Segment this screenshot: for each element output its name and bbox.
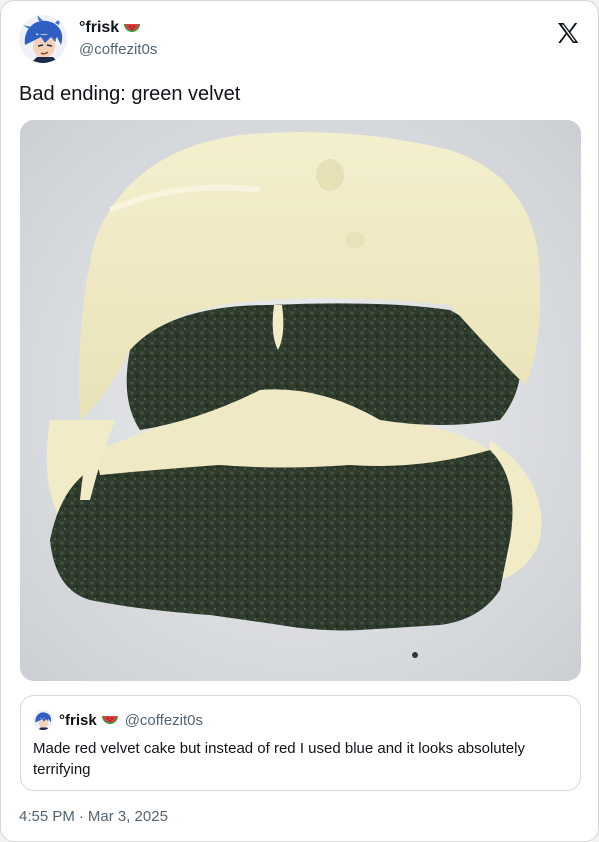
x-logo-icon[interactable] [556,21,580,45]
avatar-illustration-icon [19,15,67,63]
tweet-card: °frisk @coffezit0s Bad ending: green vel… [0,0,599,842]
quoted-tweet-header: °frisk @coffezit0s [33,710,203,730]
quoted-display-name-row: °frisk [59,712,119,729]
quoted-tweet[interactable]: °frisk @coffezit0s Made red velvet cake … [20,695,581,791]
author-display-name-row[interactable]: °frisk [79,18,157,38]
timestamp-date[interactable]: Mar 3, 2025 [88,808,168,825]
quoted-display-name: °frisk [59,711,97,729]
author-names: °frisk @coffezit0s [79,18,157,60]
author-display-name[interactable]: °frisk [79,18,119,38]
quoted-author-avatar [33,710,53,730]
timestamp-time[interactable]: 4:55 PM [19,808,75,825]
timestamp-separator: · [78,808,84,825]
author-handle[interactable]: @coffezit0s [79,40,157,60]
tweet-header: °frisk @coffezit0s [19,15,580,67]
quoted-tweet-text: Made red velvet cake but instead of red … [33,740,525,778]
tweet-photo[interactable] [20,120,581,681]
quoted-handle: @coffezit0s [124,711,204,729]
tweet-timestamp[interactable]: 4:55 PM · Mar 3, 2025 [19,808,168,825]
watermelon-icon [124,24,141,32]
tweet-text: Bad ending: green velvet [19,83,241,105]
watermelon-icon [101,716,118,724]
cake-photo-image [20,120,581,681]
author-avatar[interactable] [19,15,67,63]
quoted-avatar-illustration-icon [33,710,53,730]
